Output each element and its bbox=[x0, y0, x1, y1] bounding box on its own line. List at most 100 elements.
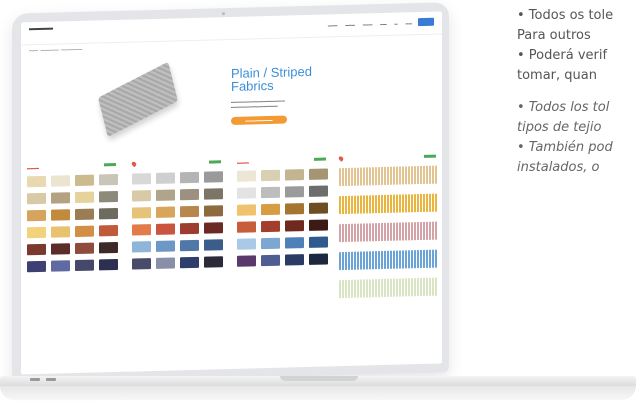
fabric-swatch[interactable] bbox=[156, 257, 175, 269]
fabric-swatch[interactable] bbox=[180, 205, 199, 218]
fabric-swatch[interactable] bbox=[99, 207, 118, 220]
fabric-swatch[interactable] bbox=[99, 258, 118, 271]
fabric-swatch[interactable] bbox=[237, 204, 256, 216]
fabric-swatch[interactable] bbox=[309, 253, 328, 265]
fabric-swatch[interactable] bbox=[75, 225, 94, 238]
fabric-swatch[interactable] bbox=[132, 241, 151, 253]
hero-cta-button[interactable]: ▬▬▬▬▬▬▬▬▬ bbox=[231, 115, 287, 125]
fabric-swatch[interactable] bbox=[132, 258, 151, 270]
striped-fabric-swatch[interactable] bbox=[339, 249, 438, 271]
fabric-swatch[interactable] bbox=[204, 239, 223, 251]
site-logo[interactable] bbox=[29, 27, 53, 31]
fabric-swatch[interactable] bbox=[285, 220, 304, 232]
fabric-swatch[interactable] bbox=[27, 192, 46, 205]
fabric-swatch[interactable] bbox=[261, 237, 280, 250]
pin-icon bbox=[337, 155, 345, 162]
fabric-swatch[interactable] bbox=[180, 188, 199, 201]
fabric-swatch[interactable] bbox=[27, 260, 46, 273]
fabric-swatch[interactable] bbox=[285, 254, 304, 266]
nav-link[interactable]: ▬▬ bbox=[406, 21, 412, 25]
nav-link[interactable]: ▬ bbox=[395, 22, 398, 26]
fabric-swatch[interactable] bbox=[75, 191, 94, 204]
striped-fabric-swatch[interactable] bbox=[339, 277, 438, 299]
fabric-swatch[interactable] bbox=[309, 236, 328, 248]
fabric-swatch[interactable] bbox=[99, 241, 118, 254]
fabric-swatch[interactable] bbox=[204, 222, 223, 234]
fabric-swatch[interactable] bbox=[132, 173, 151, 185]
fabric-swatch[interactable] bbox=[156, 172, 175, 184]
fabric-swatch[interactable] bbox=[204, 188, 223, 200]
fabric-swatch[interactable] bbox=[180, 222, 199, 235]
panel-tag bbox=[424, 154, 436, 158]
panel-tag bbox=[104, 162, 116, 167]
side-text-block: • Todos os tole Para outros • Poderá veri… bbox=[517, 6, 636, 178]
trackpad-notch bbox=[280, 376, 358, 381]
nav-link[interactable]: ▬▬▬ bbox=[328, 23, 338, 27]
brand-logo: ▬▬▬ bbox=[27, 165, 39, 171]
fabric-swatch[interactable] bbox=[51, 226, 70, 238]
fabric-swatch[interactable] bbox=[309, 219, 328, 231]
fabric-swatch[interactable] bbox=[75, 259, 94, 272]
fabric-swatch[interactable] bbox=[75, 242, 94, 255]
fabric-swatch[interactable] bbox=[156, 223, 175, 235]
fabric-swatch[interactable] bbox=[99, 224, 118, 237]
fabric-swatch[interactable] bbox=[180, 171, 199, 184]
fabric-swatch[interactable] bbox=[51, 209, 70, 221]
hero-subtitle: ▬▬▬▬▬▬▬▬▬▬▬▬▬▬▬ ▬▬▬▬▬▬▬▬▬▬▬▬▬ bbox=[231, 98, 285, 109]
fabric-swatch[interactable] bbox=[99, 190, 118, 203]
fabric-swatch[interactable] bbox=[156, 206, 175, 218]
fabric-swatch[interactable] bbox=[156, 240, 175, 252]
fabric-image bbox=[98, 61, 178, 138]
fabric-swatch[interactable] bbox=[237, 238, 256, 250]
side-text-line: tipos de tejio bbox=[517, 120, 602, 135]
fabric-swatch[interactable] bbox=[75, 208, 94, 221]
fabric-swatch[interactable] bbox=[51, 243, 70, 255]
fabric-swatch[interactable] bbox=[261, 254, 280, 267]
camera-icon bbox=[222, 12, 225, 16]
fabric-swatch[interactable] bbox=[27, 243, 46, 256]
fabric-swatch[interactable] bbox=[309, 202, 328, 214]
fabric-swatch[interactable] bbox=[285, 169, 304, 181]
striped-fabric-swatch[interactable] bbox=[339, 193, 438, 215]
fabric-swatch[interactable] bbox=[285, 203, 304, 215]
fabric-swatch[interactable] bbox=[204, 256, 223, 268]
fabric-swatch[interactable] bbox=[51, 175, 70, 187]
nav-link[interactable]: ▬▬▬ bbox=[345, 23, 355, 27]
fabric-swatch[interactable] bbox=[204, 171, 223, 183]
nav-contact-button[interactable] bbox=[418, 17, 434, 27]
fabric-swatch[interactable] bbox=[309, 185, 328, 197]
nav-link[interactable]: ▬▬▬ bbox=[363, 22, 373, 26]
fabric-swatch[interactable] bbox=[285, 237, 304, 249]
fabric-swatch[interactable] bbox=[261, 169, 280, 182]
fabric-swatch[interactable] bbox=[237, 221, 256, 233]
fabric-swatch[interactable] bbox=[261, 203, 280, 216]
fabric-swatch[interactable] bbox=[27, 226, 46, 239]
fabric-swatch[interactable] bbox=[204, 205, 223, 217]
fabric-swatch[interactable] bbox=[51, 260, 70, 272]
swatch-panel: ▬▬▬ bbox=[235, 154, 330, 366]
fabric-swatch[interactable] bbox=[27, 209, 46, 222]
laptop-screen-frame: ▬▬▬ ▬▬▬ ▬▬▬ ▬▬ ▬ ▬▬ ▬▬▬ › ▬▬▬▬▬▬ › ▬▬▬▬▬… bbox=[12, 2, 449, 384]
striped-fabric-swatch[interactable] bbox=[339, 221, 438, 243]
fabric-swatch[interactable] bbox=[180, 256, 199, 269]
fabric-swatch[interactable] bbox=[180, 239, 199, 252]
fabric-swatch[interactable] bbox=[132, 224, 151, 236]
hero-section bbox=[21, 41, 442, 152]
fabric-swatch[interactable] bbox=[261, 186, 280, 199]
fabric-swatch[interactable] bbox=[156, 189, 175, 201]
fabric-swatch[interactable] bbox=[99, 173, 118, 186]
fabric-swatch[interactable] bbox=[237, 255, 256, 267]
fabric-swatch[interactable] bbox=[132, 190, 151, 202]
striped-fabric-swatch[interactable] bbox=[339, 165, 438, 187]
nav-link[interactable]: ▬▬ bbox=[380, 22, 386, 26]
fabric-swatch[interactable] bbox=[237, 170, 256, 182]
fabric-swatch[interactable] bbox=[237, 187, 256, 199]
fabric-swatch[interactable] bbox=[27, 175, 46, 188]
fabric-swatch[interactable] bbox=[75, 174, 94, 187]
fabric-swatch[interactable] bbox=[132, 207, 151, 219]
usb-port-icon bbox=[46, 378, 56, 381]
fabric-swatch[interactable] bbox=[309, 168, 328, 180]
fabric-swatch[interactable] bbox=[285, 186, 304, 198]
fabric-swatch[interactable] bbox=[51, 192, 70, 204]
fabric-swatch[interactable] bbox=[261, 220, 280, 233]
